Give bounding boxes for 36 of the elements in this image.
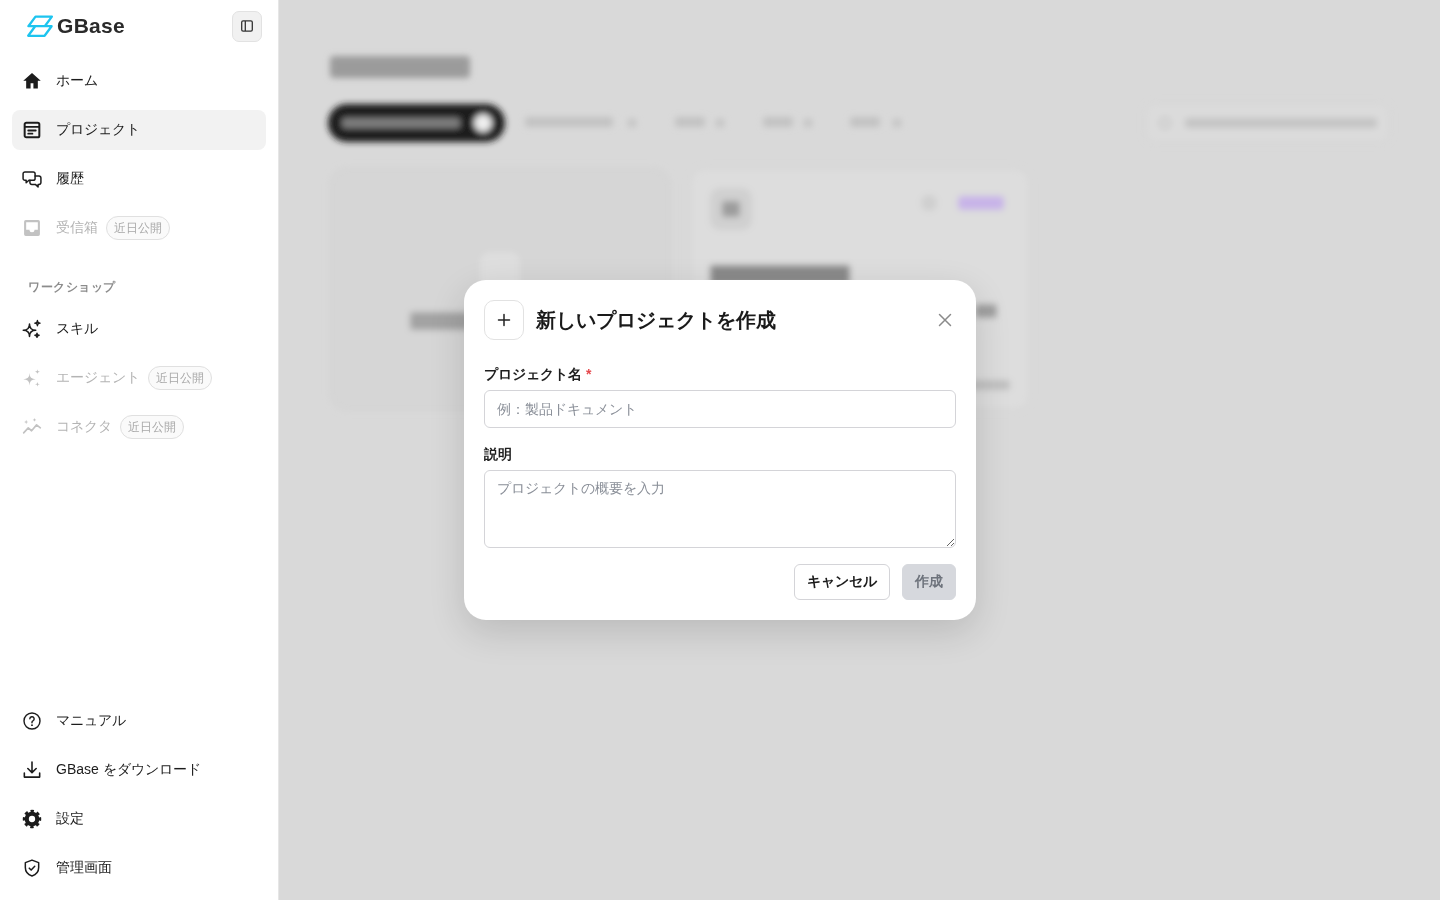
brand-name: GBase xyxy=(57,14,126,38)
brand-logo-icon xyxy=(26,15,54,37)
text-input[interactable]: 例：製品ドキュメント xyxy=(484,390,956,428)
field-label: プロジェクト名 * xyxy=(484,365,593,384)
home-icon xyxy=(22,71,42,91)
dialog-title: 新しいプロジェクトを作成 xyxy=(536,307,776,333)
settings-icon xyxy=(22,809,42,829)
field-label: 説明 xyxy=(484,445,513,464)
inbox-tray-icon xyxy=(22,218,42,238)
coming-soon-badge: 近日公開 xyxy=(148,366,212,390)
download-icon xyxy=(22,760,42,780)
nav-item[interactable]: ホーム xyxy=(12,61,266,101)
sparkle-line-icon xyxy=(22,417,42,437)
cancel-button[interactable]: キャンセル xyxy=(794,564,890,600)
nav-item[interactable]: 履歴 xyxy=(12,159,266,199)
close-icon xyxy=(938,313,952,327)
help-icon xyxy=(22,711,42,731)
textarea-field[interactable]: プロジェクトの概要を入力 xyxy=(484,470,956,548)
close-button[interactable] xyxy=(938,313,952,327)
panel-icon xyxy=(241,20,253,32)
plus-icon xyxy=(484,300,524,340)
section-heading: ワークショップ xyxy=(27,279,117,296)
document-lines-icon xyxy=(22,120,42,140)
nav-item[interactable]: スキル xyxy=(12,309,266,349)
nav-item[interactable]: 管理画面 xyxy=(12,848,266,888)
nav-item[interactable]: GBase をダウンロード xyxy=(12,750,266,790)
shield-check-icon xyxy=(22,858,42,878)
nav-item[interactable]: プロジェクト xyxy=(12,110,266,150)
chat-bubbles-icon xyxy=(22,169,42,189)
nav-item[interactable]: 設定 xyxy=(12,799,266,839)
sparkles-icon xyxy=(22,319,42,339)
coming-soon-badge: 近日公開 xyxy=(120,415,184,439)
coming-soon-badge: 近日公開 xyxy=(106,216,170,240)
sidebar-toggle-button[interactable] xyxy=(232,10,262,42)
sparkles-icon xyxy=(22,368,42,388)
nav-item[interactable]: マニュアル xyxy=(12,701,266,741)
